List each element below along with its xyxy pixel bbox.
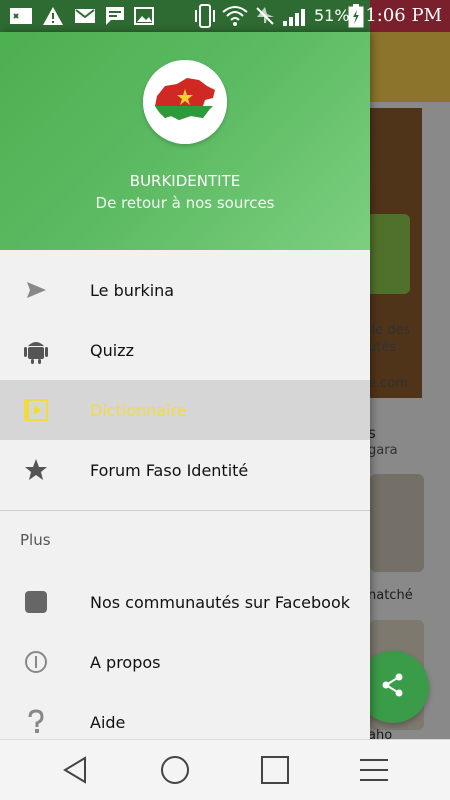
drawer-item-forum-faso-identite[interactable]: Forum Faso Identité bbox=[0, 440, 370, 500]
video-icon bbox=[20, 394, 52, 426]
system-nav-bar bbox=[0, 739, 450, 800]
clock: 1:06 PM bbox=[365, 5, 442, 26]
star-icon bbox=[20, 454, 52, 486]
drawer-item-quizz[interactable]: Quizz bbox=[0, 320, 370, 380]
drawer-item-label: A propos bbox=[90, 652, 161, 672]
keyboard-icon bbox=[8, 6, 34, 26]
info-icon bbox=[20, 646, 52, 678]
drawer-divider bbox=[0, 510, 370, 511]
image-icon bbox=[134, 6, 154, 26]
drawer-item-label: Aide bbox=[90, 712, 126, 732]
menu-button[interactable] bbox=[357, 753, 391, 787]
signal-icon bbox=[282, 6, 310, 26]
drawer-item-label: Dictionnaire bbox=[90, 400, 187, 420]
help-icon bbox=[20, 706, 52, 738]
home-icon bbox=[161, 756, 189, 784]
section-title-plus: Plus bbox=[20, 531, 51, 549]
recents-icon bbox=[261, 756, 289, 784]
wifi-icon bbox=[222, 6, 248, 26]
square-icon bbox=[20, 586, 52, 618]
app-slogan: De retour à nos sources bbox=[95, 194, 275, 212]
back-button[interactable] bbox=[58, 753, 92, 787]
battery-percent: 51% bbox=[314, 6, 350, 25]
recents-button[interactable] bbox=[258, 753, 292, 787]
airplane-off-icon bbox=[254, 6, 276, 26]
send-icon bbox=[20, 274, 52, 306]
drawer-item-dictionnaire[interactable]: Dictionnaire bbox=[0, 380, 370, 440]
back-icon bbox=[63, 756, 86, 784]
gmail-icon bbox=[74, 6, 96, 26]
app-name: BURKIDENTITE bbox=[129, 172, 241, 190]
drawer-item-label: Le burkina bbox=[90, 280, 175, 300]
battery-charging-icon bbox=[348, 4, 364, 28]
drawer-item-label: Quizz bbox=[90, 340, 134, 360]
warning-icon bbox=[42, 6, 64, 26]
drawer-item-label: Nos communautés sur Facebook bbox=[90, 592, 351, 612]
drawer-item-label: Forum Faso Identité bbox=[90, 460, 249, 480]
drawer-item-a-propos[interactable]: A propos bbox=[0, 632, 370, 692]
vibrate-icon bbox=[192, 4, 218, 28]
drawer-item-nos-communautes-facebook[interactable]: Nos communautés sur Facebook bbox=[0, 572, 370, 632]
status-bar: 51% 1:06 PM bbox=[0, 0, 450, 32]
message-icon bbox=[104, 6, 126, 26]
home-button[interactable] bbox=[158, 753, 192, 787]
android-icon bbox=[20, 334, 52, 366]
drawer-item-le-burkina[interactable]: Le burkina bbox=[0, 260, 370, 320]
menu-icon bbox=[360, 759, 388, 781]
app-logo bbox=[143, 60, 227, 144]
drawer-header: BURKIDENTITE De retour à nos sources bbox=[0, 32, 370, 250]
navigation-drawer: BURKIDENTITE De retour à nos sources Le … bbox=[0, 32, 370, 740]
share-icon bbox=[380, 672, 406, 702]
